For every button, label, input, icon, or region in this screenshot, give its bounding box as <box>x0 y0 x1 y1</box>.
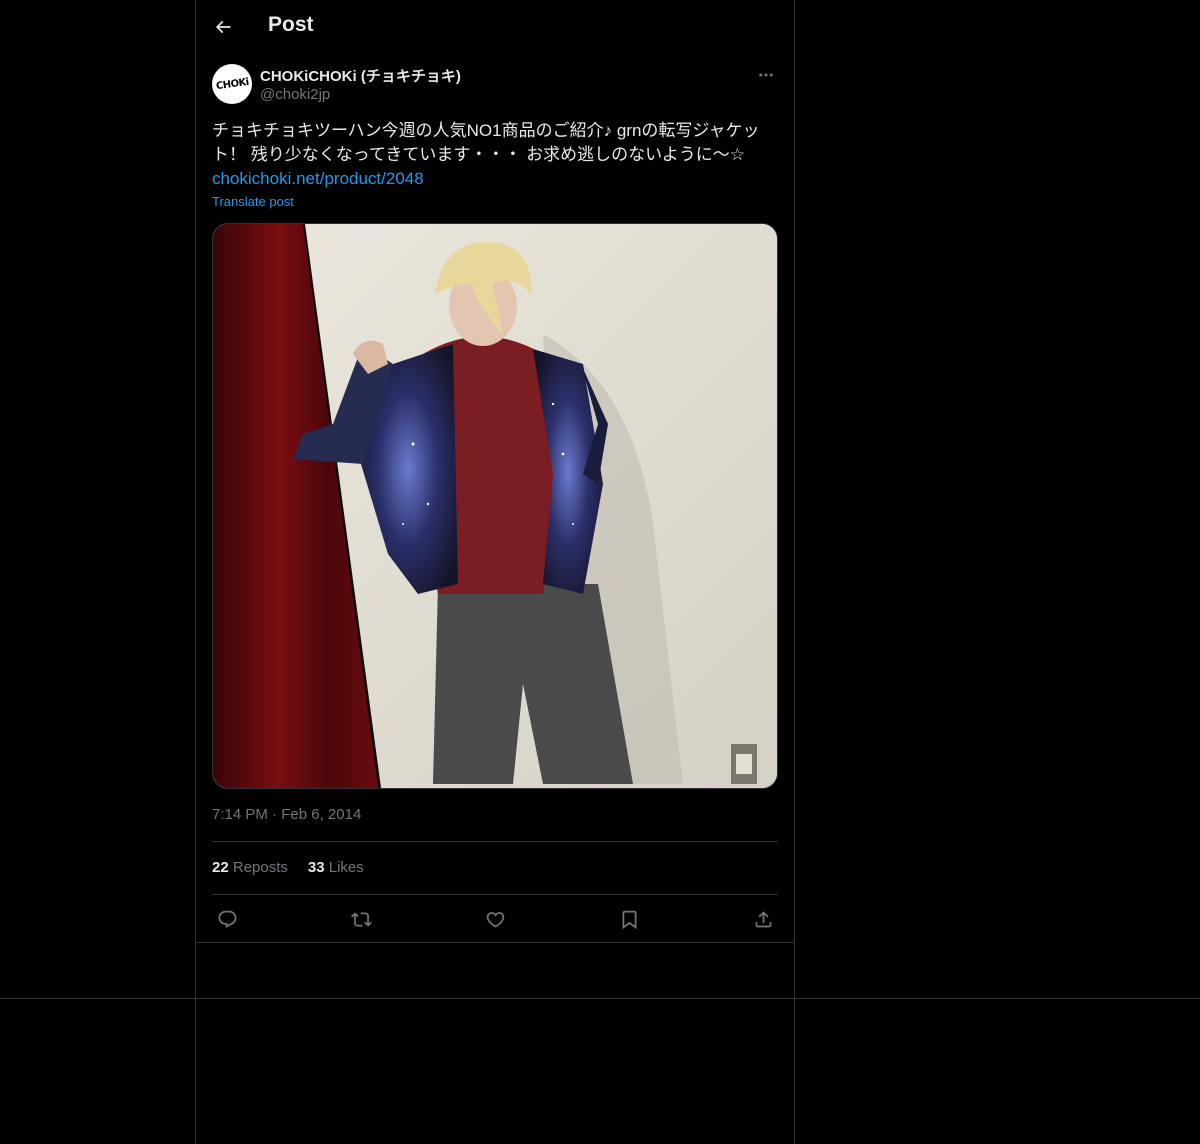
bookmark-icon <box>622 910 636 929</box>
post-date: Feb 6, 2014 <box>281 806 362 823</box>
page-header: Post <box>196 0 794 53</box>
share-icon <box>755 910 771 927</box>
author-display-name[interactable]: CHOKiCHOKi (チョキチョキ) <box>260 65 461 86</box>
avatar-logo: CHOKi <box>214 76 250 92</box>
post-body: チョキチョキツーハン今週の人気NO1商品のご紹介♪ grnの転写ジャケット！ 残… <box>212 119 778 191</box>
post-stats: 22 Reposts 33 Likes <box>212 859 364 876</box>
divider <box>212 841 778 842</box>
reposts-count: 22 <box>212 859 229 876</box>
likes-stat[interactable]: 33 Likes <box>308 859 364 876</box>
timestamp-separator: · <box>272 806 278 823</box>
share-button[interactable] <box>748 904 778 934</box>
bookmark-button[interactable] <box>614 904 644 934</box>
reply-button[interactable] <box>212 904 242 934</box>
reposts-label: Reposts <box>232 859 288 876</box>
avatar[interactable]: CHOKi <box>212 64 252 104</box>
like-button[interactable] <box>480 904 510 934</box>
post-link[interactable]: chokichoki.net/product/2048 <box>212 167 778 191</box>
post-timestamp[interactable]: 7:14 PM · Feb 6, 2014 <box>212 806 361 823</box>
repost-icon <box>350 911 372 927</box>
post-actions <box>212 904 778 934</box>
more-button[interactable] <box>754 64 778 86</box>
author-handle[interactable]: @choki2jp <box>260 86 330 103</box>
page-title: Post <box>268 13 314 36</box>
main-column: Post CHOKi CHOKiCHOKi (チョキチョキ) @choki2jp… <box>195 0 795 1144</box>
repost-button[interactable] <box>346 904 376 934</box>
reply-icon <box>218 910 236 928</box>
post-text: チョキチョキツーハン今週の人気NO1商品のご紹介♪ grnの転写ジャケット！ 残… <box>212 121 760 164</box>
likes-count: 33 <box>307 859 325 876</box>
reposts-stat[interactable]: 22 Reposts <box>212 859 288 876</box>
arrow-left-icon <box>215 20 231 34</box>
translate-post-link[interactable]: Translate post <box>212 194 294 209</box>
like-icon <box>486 911 504 928</box>
back-button[interactable] <box>207 11 239 43</box>
post-time: 7:14 PM <box>212 806 268 823</box>
photo-illustration <box>213 224 777 788</box>
page: Post CHOKi CHOKiCHOKi (チョキチョキ) @choki2jp… <box>0 0 1200 1144</box>
post-image[interactable] <box>212 223 778 789</box>
divider <box>212 894 778 895</box>
post-author: CHOKi CHOKiCHOKi (チョキチョキ) @choki2jp <box>212 64 778 108</box>
likes-label: Likes <box>328 859 364 876</box>
more-icon <box>759 73 773 77</box>
divider <box>196 942 794 943</box>
